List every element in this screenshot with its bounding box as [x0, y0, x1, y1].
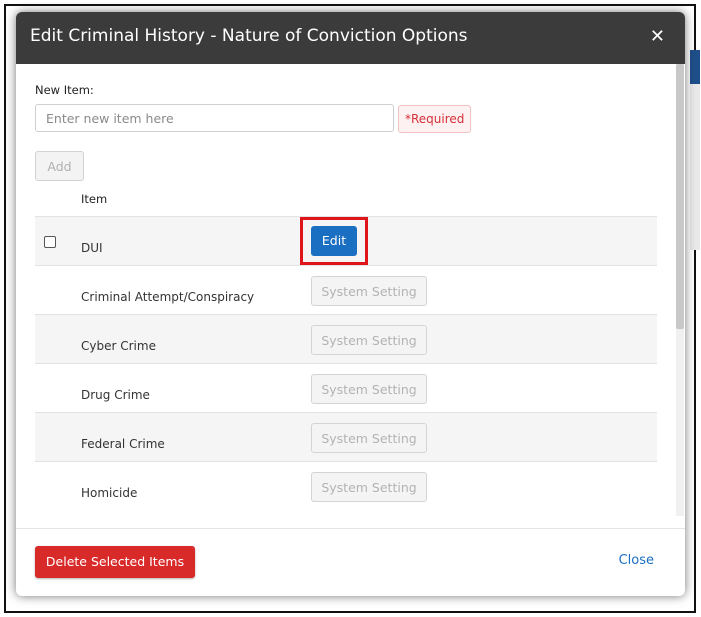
- table-row: DUI Edit: [35, 216, 657, 265]
- item-label: Drug Crime: [81, 388, 150, 402]
- background-panel-strip: [690, 84, 700, 250]
- system-setting-button: System Setting: [311, 325, 427, 355]
- item-label: Homicide: [81, 486, 138, 500]
- table-row: Cyber Crime System Setting: [35, 314, 657, 363]
- scrollbar-thumb[interactable]: [676, 64, 684, 329]
- system-setting-button: System Setting: [311, 374, 427, 404]
- system-setting-button: System Setting: [311, 472, 427, 502]
- edit-button[interactable]: Edit: [311, 226, 357, 256]
- item-label: Federal Crime: [81, 437, 165, 451]
- table-row: Federal Crime System Setting: [35, 412, 657, 461]
- item-label: DUI: [81, 241, 103, 255]
- table-row: Criminal Attempt/Conspiracy System Setti…: [35, 265, 657, 314]
- system-setting-button: System Setting: [311, 276, 427, 306]
- system-setting-button: System Setting: [311, 423, 427, 453]
- items-table: DUI Edit Criminal Attempt/Conspiracy Sys…: [35, 216, 657, 510]
- delete-selected-button[interactable]: Delete Selected Items: [35, 546, 195, 578]
- row-checkbox[interactable]: [44, 236, 56, 248]
- new-item-input[interactable]: [35, 104, 394, 132]
- close-link[interactable]: Close: [619, 553, 654, 568]
- edit-options-modal: Edit Criminal History - Nature of Convic…: [16, 12, 685, 596]
- modal-footer: Delete Selected Items Close: [16, 528, 685, 596]
- modal-title: Edit Criminal History - Nature of Convic…: [30, 26, 468, 46]
- table-row: Drug Crime System Setting: [35, 363, 657, 412]
- new-item-label: New Item:: [35, 83, 94, 97]
- item-label: Criminal Attempt/Conspiracy: [81, 290, 255, 304]
- modal-header: Edit Criminal History - Nature of Convic…: [16, 12, 685, 64]
- column-header-item: Item: [81, 192, 108, 206]
- background-header-strip: [690, 50, 700, 84]
- close-icon[interactable]: ✕: [650, 26, 665, 47]
- required-badge: *Required: [398, 105, 472, 133]
- add-button[interactable]: Add: [35, 151, 84, 181]
- item-label: Cyber Crime: [81, 339, 156, 353]
- table-row: Homicide System Setting: [35, 461, 657, 510]
- modal-scrollbar[interactable]: [676, 64, 684, 516]
